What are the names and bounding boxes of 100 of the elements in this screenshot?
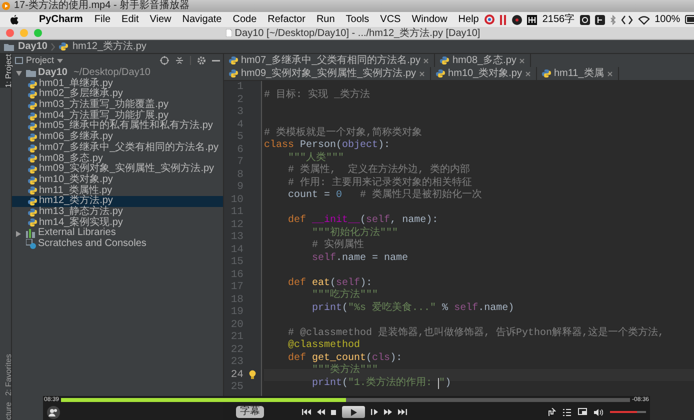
code-line: def __init__(self, name): <box>287 215 438 226</box>
menu-item[interactable]: Navigate <box>176 12 228 27</box>
tree-item[interactable]: hm09_实例对象_实例属性_实例方法.py <box>12 164 223 175</box>
editor-tab[interactable]: hm09_实例对象_实例属性_实例方法.py <box>224 67 432 80</box>
grid-app-icon[interactable] <box>527 14 538 24</box>
tree-item[interactable]: hm07_多继承中_父类有相同的方法名.py <box>12 142 223 154</box>
rewind-icon[interactable] <box>317 409 325 415</box>
close-icon[interactable] <box>519 58 526 64</box>
tree-item[interactable]: hm13_静态方法.py <box>12 206 223 218</box>
editor-tab[interactable]: hm11_类属 <box>536 67 619 80</box>
breadcrumb[interactable]: hm12_类方法.py <box>72 39 146 54</box>
caret-down-icon <box>57 58 64 62</box>
playlist-icon[interactable] <box>563 408 571 416</box>
line-number: 24 <box>230 368 244 381</box>
python-file-icon <box>28 165 37 174</box>
people-icon[interactable] <box>47 406 60 418</box>
battery-percentage: 100% <box>654 13 680 27</box>
python-file-icon <box>28 144 37 153</box>
tree-item[interactable]: hm03_方法重写_功能覆盖.py <box>12 100 223 111</box>
code-brackets-icon[interactable] <box>620 14 633 24</box>
minimize-icon[interactable] <box>212 60 220 62</box>
play-button[interactable] <box>342 406 365 418</box>
python-file-icon <box>28 100 37 110</box>
skip-forward-icon[interactable] <box>398 409 407 415</box>
stop-icon[interactable] <box>331 410 336 414</box>
tree-item[interactable]: hm10_类对象.py <box>12 174 223 186</box>
disc-icon[interactable] <box>512 14 522 24</box>
menu-item[interactable]: File <box>88 12 116 27</box>
code-line: print("%s 爱吃美食..." % self.name) <box>311 302 514 315</box>
code-line: """类方法""" <box>311 365 378 376</box>
menu-item[interactable]: Run <box>310 12 340 27</box>
breadcrumb[interactable]: Day10 <box>18 39 48 54</box>
code-line: # 实例属性 <box>311 240 364 252</box>
tree-item[interactable]: hm12_类方法.py <box>12 196 223 207</box>
editor-tab[interactable]: hm08_多态.py <box>435 54 532 67</box>
close-icon[interactable] <box>524 70 531 76</box>
chevron-right-icon <box>51 42 56 50</box>
code-line: def eat(self): <box>287 278 372 288</box>
library-icon <box>26 229 36 238</box>
bluetooth-icon[interactable] <box>610 14 616 24</box>
project-view-dropdown[interactable]: Project <box>26 54 64 68</box>
tree-item[interactable]: Day10 ~/Desktop/Day10 <box>12 68 223 79</box>
menu-item[interactable]: VCS <box>374 12 406 27</box>
wifi-icon[interactable] <box>638 14 650 24</box>
menu-item[interactable]: Help <box>452 12 484 27</box>
subtitle-button[interactable]: 字幕 <box>236 406 264 418</box>
menu-item[interactable]: View <box>144 12 177 27</box>
tool-window-button[interactable]: 1: Project <box>0 54 12 88</box>
code-line: # 类模板就是一个对象,简称类对象 <box>264 128 422 140</box>
python-file-icon <box>28 208 37 217</box>
volume-icon[interactable] <box>594 408 603 416</box>
menu-item[interactable]: Edit <box>116 12 144 27</box>
collapse-icon[interactable] <box>175 56 184 65</box>
skip-back-icon[interactable] <box>302 409 311 415</box>
editor-tab[interactable]: hm07_多继承中_父类有相同的方法名.py <box>224 54 436 67</box>
collapsed-arrow-icon[interactable] <box>16 230 21 237</box>
document-icon <box>226 29 232 37</box>
tree-item[interactable]: hm06_多继承.py <box>12 132 223 143</box>
close-icon[interactable] <box>606 70 613 76</box>
fast-forward-icon[interactable] <box>384 409 392 415</box>
step-forward-icon[interactable] <box>371 409 378 415</box>
menu-item[interactable]: Refactor <box>262 12 311 27</box>
apple-logo-icon[interactable] <box>10 14 19 24</box>
python-file-icon <box>28 122 37 132</box>
pause-bars-icon[interactable] <box>500 14 508 24</box>
close-icon[interactable] <box>423 58 430 64</box>
code-line: print("1.类方法的作用: ") <box>311 378 452 390</box>
code-line: class Person(object): <box>264 140 390 152</box>
tool-window-button[interactable]: cture <box>0 402 12 420</box>
folder-icon <box>26 69 36 78</box>
menu-item[interactable]: Tools <box>340 12 375 27</box>
editor-tab[interactable]: hm10_类对象.py <box>431 67 537 80</box>
settings-icon[interactable] <box>197 56 206 65</box>
tree-item[interactable]: Scratches and Consoles <box>12 239 223 250</box>
code-line: # 作用: 主要用来记录类对象的相关特征 <box>287 178 472 188</box>
code-line: self.name = name <box>311 252 408 265</box>
square-app-icon[interactable] <box>594 14 605 24</box>
python-file-icon <box>28 90 37 100</box>
screen-icon[interactable] <box>578 408 587 416</box>
code-line: """初始化方法""" <box>311 228 398 238</box>
code-line: # 目标: 实现 _类方法 <box>264 90 370 102</box>
square-app-icon[interactable] <box>580 14 590 24</box>
close-icon[interactable] <box>419 70 426 76</box>
python-file-icon <box>28 218 37 228</box>
tree-item[interactable]: External Libraries <box>12 228 223 239</box>
play-icon <box>350 408 356 416</box>
python-file-icon <box>440 56 450 65</box>
lightbulb-icon[interactable] <box>248 370 256 380</box>
tool-window-button[interactable]: 2: Favorites <box>0 354 12 396</box>
code-line: count = 0 # 类属性只是被初始化一次 <box>287 190 482 202</box>
locate-icon[interactable] <box>160 56 169 65</box>
python-file-icon <box>28 132 37 142</box>
python-file-icon <box>229 56 238 65</box>
menu-item[interactable]: Code <box>227 12 262 27</box>
tree-item[interactable]: hm14_案例实现.py <box>12 218 223 228</box>
app-menu[interactable]: PyCharm <box>33 12 89 27</box>
expanded-arrow-icon[interactable] <box>16 70 22 76</box>
menu-item[interactable]: Window <box>406 12 453 27</box>
python-file-icon <box>542 69 551 78</box>
progress-track[interactable] <box>61 398 630 402</box>
